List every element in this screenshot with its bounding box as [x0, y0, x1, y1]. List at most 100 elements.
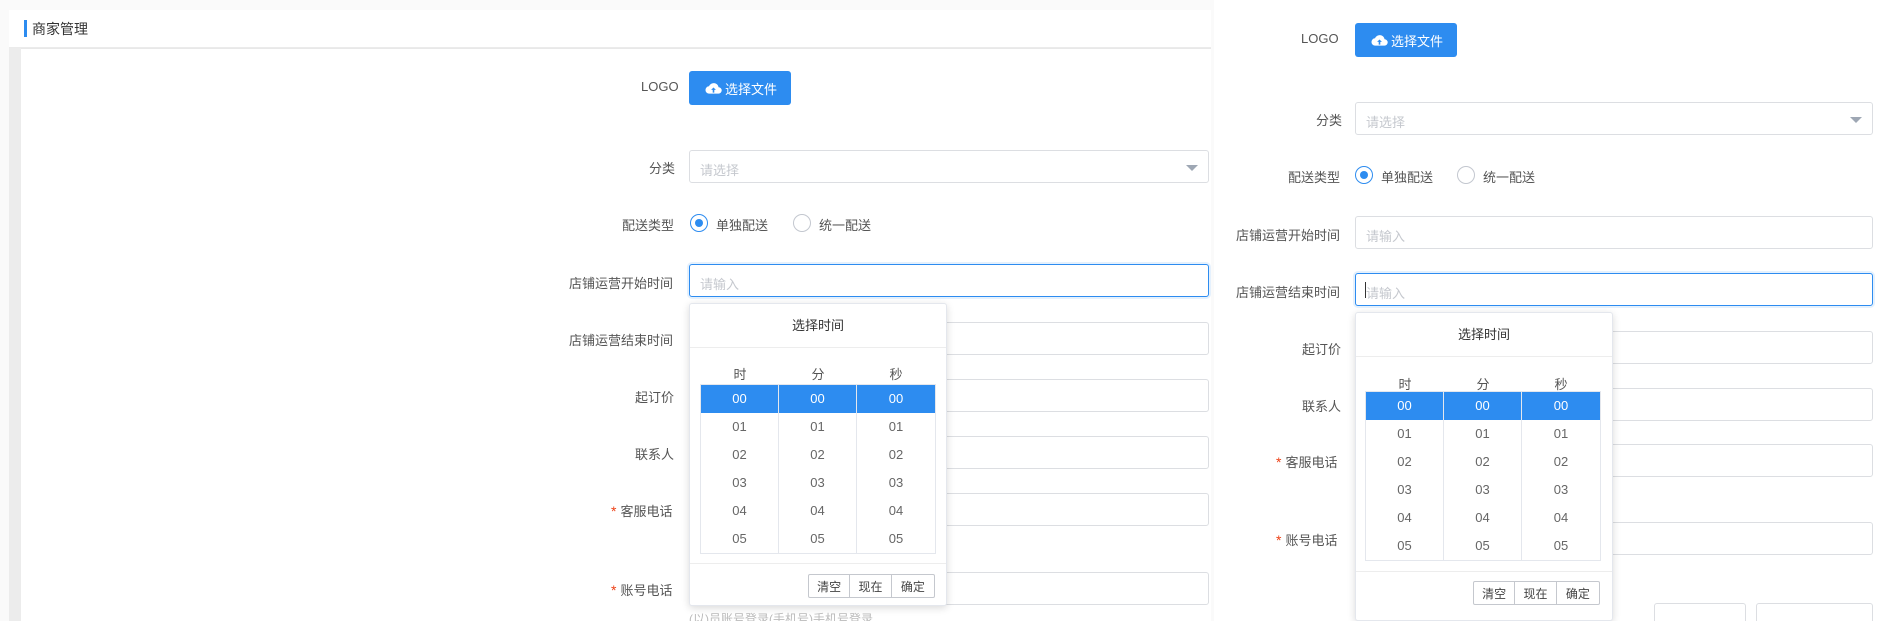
unified-delivery-label: 统一配送 — [819, 218, 872, 233]
radio-unified-delivery[interactable] — [1457, 166, 1475, 184]
page-header: 商家管理 — [9, 10, 1211, 48]
second-option[interactable]: 00 — [857, 385, 935, 413]
hour-option[interactable]: 01 — [1366, 420, 1443, 448]
hour-column[interactable]: 00 01 02 03 04 05 — [700, 384, 779, 554]
radio-unified-delivery[interactable] — [793, 214, 811, 232]
second-column[interactable]: 00 01 02 03 04 05 — [1521, 391, 1601, 561]
delivery-type-label: 配送类型 — [1288, 170, 1341, 185]
chevron-down-icon — [1850, 117, 1862, 123]
required-asterisk: * — [1276, 454, 1282, 470]
hour-option[interactable]: 03 — [1366, 476, 1443, 504]
end-time-label: 店铺运营结束时间 — [569, 333, 674, 348]
right-form-panel: LOGO 选择文件 分类 请选择 配送类型 单独配送 统一配送 店铺运营开始时间… — [1214, 0, 1879, 621]
second-option[interactable]: 04 — [857, 497, 935, 525]
hour-option[interactable]: 05 — [1366, 532, 1443, 560]
minute-option[interactable]: 03 — [779, 469, 856, 497]
start-time-label: 店铺运营开始时间 — [1236, 228, 1341, 243]
confirm-button[interactable]: 确定 — [892, 575, 934, 597]
account-phone-label: * 账号电话 — [1276, 532, 1338, 548]
end-time-label: 店铺运营结束时间 — [1236, 285, 1341, 300]
hour-option[interactable]: 05 — [701, 525, 778, 553]
contact-label: 联系人 — [1302, 399, 1342, 414]
confirm-button[interactable]: 确定 — [1557, 582, 1599, 604]
select-file-label: 选择文件 — [725, 81, 778, 97]
select-file-label: 选择文件 — [1391, 33, 1444, 49]
clear-button[interactable]: 清空 — [1474, 582, 1516, 604]
end-time-placeholder: 请输入 — [1366, 286, 1406, 301]
category-select[interactable]: 请选择 — [689, 150, 1209, 183]
minute-option[interactable]: 03 — [1444, 476, 1521, 504]
category-label: 分类 — [649, 161, 676, 176]
hour-column[interactable]: 00 01 02 03 04 05 — [1365, 391, 1444, 561]
min-order-price-label: 起订价 — [1302, 342, 1342, 357]
category-placeholder: 请选择 — [1366, 115, 1406, 130]
second-option[interactable]: 04 — [1522, 504, 1600, 532]
minute-option[interactable]: 00 — [1444, 392, 1521, 420]
time-picker-title: 选择时间 — [1356, 313, 1612, 357]
minute-option[interactable]: 00 — [779, 385, 856, 413]
minute-column[interactable]: 00 01 02 03 04 05 — [778, 384, 857, 554]
picker-footer-buttons: 清空 现在 确定 — [808, 574, 935, 598]
hour-option[interactable]: 00 — [1366, 392, 1443, 420]
page-title: 商家管理 — [32, 21, 88, 37]
partial-input-right[interactable] — [1756, 603, 1873, 621]
start-time-placeholder: 请输入 — [700, 277, 740, 292]
minute-option[interactable]: 01 — [1444, 420, 1521, 448]
minute-column[interactable]: 00 01 02 03 04 05 — [1443, 391, 1522, 561]
radio-single-delivery[interactable] — [690, 214, 708, 232]
now-button[interactable]: 现在 — [1515, 582, 1557, 604]
chevron-down-icon — [1186, 165, 1198, 171]
hour-option[interactable]: 04 — [1366, 504, 1443, 532]
start-time-input[interactable]: 请输入 — [689, 264, 1209, 297]
second-option[interactable]: 02 — [857, 441, 935, 469]
time-picker-title: 选择时间 — [690, 304, 946, 348]
end-time-input[interactable]: 请输入 — [1355, 273, 1873, 306]
select-file-button[interactable]: 选择文件 — [1355, 23, 1458, 57]
second-option[interactable]: 05 — [857, 525, 935, 553]
single-delivery-label: 单独配送 — [1381, 170, 1434, 185]
clear-button[interactable]: 清空 — [809, 575, 851, 597]
second-option[interactable]: 05 — [1522, 532, 1600, 560]
select-file-button[interactable]: 选择文件 — [689, 71, 792, 105]
single-delivery-label: 单独配送 — [716, 218, 769, 233]
second-option[interactable]: 01 — [857, 413, 935, 441]
second-option[interactable]: 01 — [1522, 420, 1600, 448]
radio-single-delivery[interactable] — [1355, 166, 1373, 184]
minute-option[interactable]: 02 — [1444, 448, 1521, 476]
category-label: 分类 — [1316, 113, 1343, 128]
account-phone-label: * 账号电话 — [611, 582, 673, 598]
now-button[interactable]: 现在 — [850, 575, 892, 597]
merchant-form: LOGO 选择文件 分类 请选择 配送类型 单独配送 统一配送 店铺运营开始时间… — [21, 48, 1211, 621]
hour-option[interactable]: 02 — [701, 441, 778, 469]
account-phone-hint: (以)员账号登录(手机号)手机号登录 — [689, 612, 873, 621]
second-option[interactable]: 02 — [1522, 448, 1600, 476]
minute-option[interactable]: 02 — [779, 441, 856, 469]
second-column-header: 秒 — [889, 367, 903, 382]
hour-option[interactable]: 03 — [701, 469, 778, 497]
service-phone-label: * 客服电话 — [611, 503, 673, 519]
hour-option[interactable]: 01 — [701, 413, 778, 441]
hour-column-header: 时 — [733, 367, 747, 382]
second-option[interactable]: 03 — [1522, 476, 1600, 504]
minute-option[interactable]: 05 — [1444, 532, 1521, 560]
time-picker-dropdown: 选择时间 时 分 秒 00 01 02 03 04 05 00 01 02 03… — [689, 303, 947, 606]
required-asterisk: * — [1276, 532, 1282, 548]
minute-option[interactable]: 04 — [1444, 504, 1521, 532]
category-placeholder: 请选择 — [700, 163, 740, 178]
start-time-input[interactable]: 请输入 — [1355, 216, 1873, 249]
second-option[interactable]: 03 — [857, 469, 935, 497]
card-divider — [21, 48, 1211, 49]
minute-option[interactable]: 04 — [779, 497, 856, 525]
hour-option[interactable]: 02 — [1366, 448, 1443, 476]
hour-option[interactable]: 00 — [701, 385, 778, 413]
hour-option[interactable]: 04 — [701, 497, 778, 525]
second-column[interactable]: 00 01 02 03 04 05 — [856, 384, 936, 554]
category-select[interactable]: 请选择 — [1355, 102, 1873, 135]
picker-footer-buttons: 清空 现在 确定 — [1473, 581, 1600, 605]
required-asterisk: * — [611, 503, 617, 519]
second-option[interactable]: 00 — [1522, 392, 1600, 420]
minute-option[interactable]: 01 — [779, 413, 856, 441]
picker-footer-divider — [1356, 571, 1612, 572]
minute-option[interactable]: 05 — [779, 525, 856, 553]
partial-input-left[interactable] — [1654, 603, 1746, 621]
